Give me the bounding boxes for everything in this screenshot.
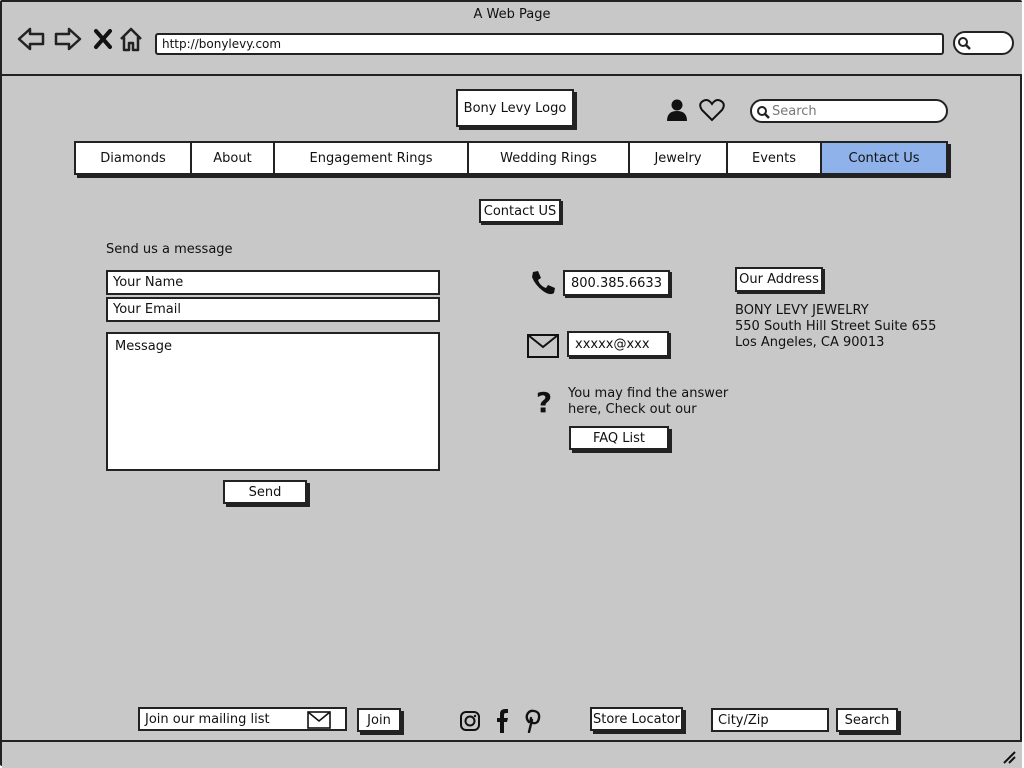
site-logo[interactable]: Bony Levy Logo: [456, 89, 574, 127]
nav-item-engagement-rings[interactable]: Engagement Rings: [275, 143, 469, 173]
user-icon[interactable]: [664, 97, 690, 123]
nav-item-contact-us[interactable]: Contact Us: [822, 143, 946, 173]
browser-search-field[interactable]: [953, 31, 1014, 55]
address-line2: 550 South Hill Street Suite 655: [735, 319, 937, 334]
send-button[interactable]: Send: [223, 480, 307, 504]
heart-icon[interactable]: [698, 97, 726, 123]
search-icon: [757, 106, 770, 119]
window-title: A Web Page: [473, 7, 551, 22]
search-placeholder: Search: [772, 103, 817, 119]
pinterest-icon[interactable]: [520, 708, 544, 734]
mail-icon: [526, 332, 560, 360]
status-bar: [2, 740, 1022, 768]
message-textarea[interactable]: Message: [106, 332, 440, 471]
footer-search-button[interactable]: Search: [836, 708, 898, 732]
home-icon[interactable]: [116, 24, 146, 54]
nav-item-jewelry[interactable]: Jewelry: [630, 143, 728, 173]
page-title: Contact US: [479, 199, 561, 223]
address-title: Our Address: [735, 267, 823, 292]
address-line1: BONY LEVY JEWELRY: [735, 303, 869, 318]
instagram-icon[interactable]: [458, 709, 482, 733]
nav-item-diamonds[interactable]: Diamonds: [76, 143, 192, 173]
address-line3: Los Angeles, CA 90013: [735, 335, 885, 350]
browser-window: A Web Page http://bonylevy.com Bony Levy…: [0, 0, 1022, 768]
facebook-icon[interactable]: [491, 708, 513, 734]
back-icon[interactable]: [16, 24, 46, 54]
address-bar[interactable]: http://bonylevy.com: [155, 33, 944, 55]
faq-text-line1: You may find the answer: [568, 386, 729, 401]
browser-toolbar: A Web Page http://bonylevy.com: [2, 2, 1022, 76]
store-locator-button[interactable]: Store Locator: [590, 707, 683, 731]
nav-item-about[interactable]: About: [192, 143, 275, 173]
form-heading: Send us a message: [106, 242, 233, 257]
join-button[interactable]: Join: [357, 708, 401, 732]
question-icon: ?: [535, 385, 553, 419]
email-input[interactable]: Your Email: [106, 297, 440, 322]
name-input[interactable]: Your Name: [106, 270, 440, 295]
main-nav: Diamonds About Engagement Rings Wedding …: [74, 141, 948, 175]
forward-icon[interactable]: [53, 24, 83, 54]
faq-text-line2: here, Check out our: [568, 402, 697, 417]
site-search-input[interactable]: Search: [750, 99, 948, 123]
nav-item-wedding-rings[interactable]: Wedding Rings: [469, 143, 630, 173]
city-zip-input[interactable]: City/Zip: [711, 708, 829, 732]
phone-icon: [528, 268, 558, 298]
faq-list-button[interactable]: FAQ List: [569, 426, 669, 450]
stop-icon[interactable]: [88, 24, 118, 54]
mailing-list-placeholder: Join our mailing list: [145, 711, 270, 727]
phone-number[interactable]: 800.385.6633: [563, 270, 670, 296]
resize-grip-icon[interactable]: [1002, 750, 1016, 764]
search-icon: [958, 37, 971, 50]
mailing-list-input[interactable]: Join our mailing list: [138, 707, 347, 731]
nav-item-events[interactable]: Events: [728, 143, 822, 173]
email-address[interactable]: xxxxx@xxx: [567, 331, 669, 357]
mail-icon: [307, 711, 331, 729]
